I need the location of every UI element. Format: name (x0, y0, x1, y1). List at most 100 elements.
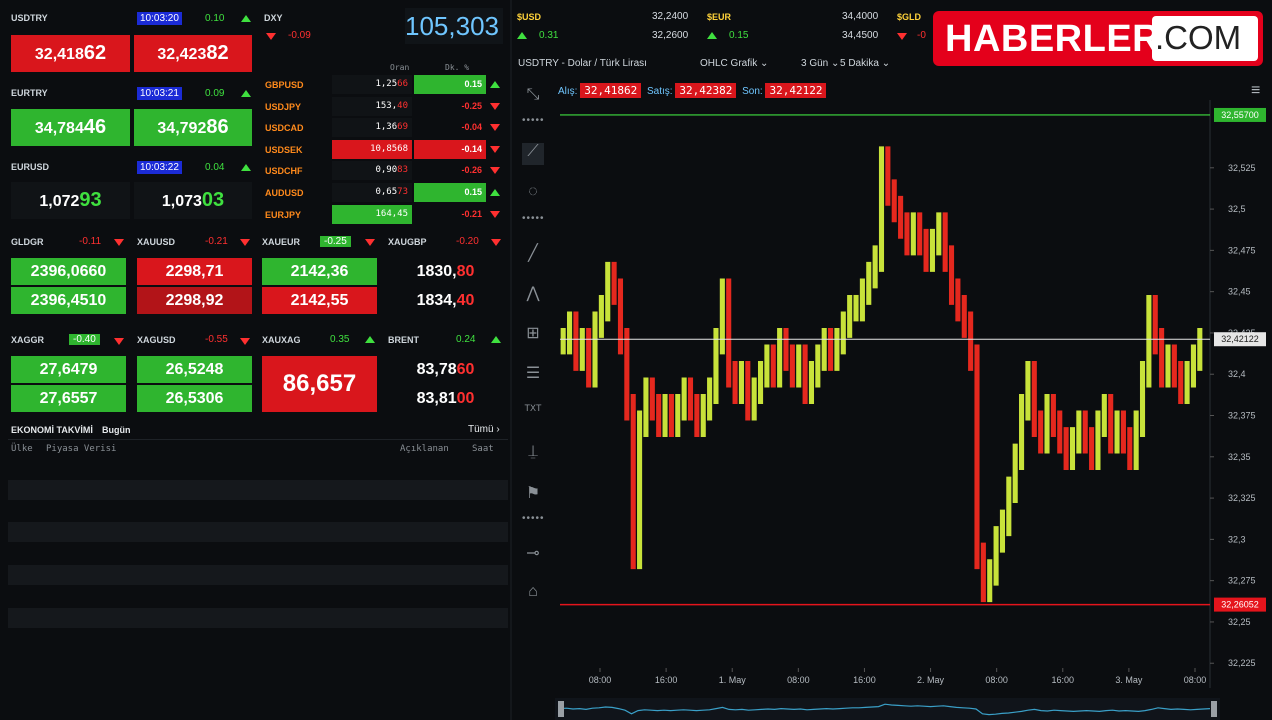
commodity-symbol[interactable]: XAGGR (11, 335, 44, 345)
metal-bid[interactable]: 2396,0660 (11, 258, 126, 285)
fx-table-row[interactable]: USDCAD 1,3669 -0.04 (262, 118, 508, 138)
ask-quote[interactable]: 32,42382 (134, 35, 252, 72)
ticker-symbol[interactable]: $USD (517, 12, 541, 22)
ticker-symbol[interactable]: $EUR (707, 12, 731, 22)
levels-icon[interactable]: ☰ (522, 363, 544, 385)
up-arrow-icon (517, 32, 527, 39)
quote-change: 0.10 (205, 13, 225, 24)
brand-suffix: .COM (1155, 19, 1242, 56)
fx-rate: 164,45 (332, 204, 412, 224)
fullscreen-icon[interactable]: ⤡ (522, 86, 544, 108)
chart-type-select[interactable]: OHLC Grafik ⌄ (700, 58, 768, 69)
x-tick-label: 08:00 (1184, 675, 1207, 685)
bid-main: 34,784 (34, 120, 84, 137)
metal-ask[interactable]: 2142,55 (262, 287, 377, 314)
fx-table-row[interactable]: EURJPY 164,45 -0.21 (262, 204, 508, 225)
metal-symbol[interactable]: XAUUSD (137, 237, 175, 247)
chart-instrument[interactable]: USDTRY - Dolar / Türk Lirası (518, 58, 647, 69)
commodity-ask[interactable]: 27,6557 (11, 385, 126, 412)
interval-select[interactable]: 5 Dakika ⌄ (840, 58, 890, 69)
metal-ask-value: 2142,55 (290, 292, 349, 309)
commodity-bid[interactable]: 26,5248 (137, 356, 252, 383)
measure-icon[interactable]: ⍊ (522, 443, 544, 465)
fx-symbol: AUDUSD (265, 188, 304, 198)
fx-rate-tail: 69 (397, 122, 408, 133)
metal-ask[interactable]: 2298,92 (137, 287, 252, 314)
dxy-change: -0.09 (288, 30, 311, 41)
magnet-icon[interactable]: ⊸ (522, 543, 544, 565)
hide-icon[interactable]: ◌ (522, 183, 544, 205)
bid-quote[interactable]: 34,78446 (11, 109, 130, 146)
commodity-ask-value: 26,5306 (165, 390, 224, 407)
commodity-symbol[interactable]: XAUXAG (262, 335, 301, 345)
x-tick-label: 16:00 (853, 675, 876, 685)
fx-rate-main: 1,36 (375, 122, 398, 133)
metal-ask[interactable]: 2396,4510 (11, 287, 126, 314)
price-chart[interactable]: 32,52532,532,47532,4532,42532,432,37532,… (555, 100, 1272, 720)
calendar-row (8, 565, 508, 585)
fx-table-row[interactable]: USDCHF 0,9083 -0.26 (262, 161, 508, 181)
ask-quote[interactable]: 34,79286 (134, 109, 252, 146)
ticker-symbol[interactable]: $GLD (897, 12, 921, 22)
down-arrow-icon (490, 145, 500, 153)
commodity-ask[interactable]: 26,5306 (137, 385, 252, 412)
down-arrow-icon (491, 239, 501, 246)
quote-symbol[interactable]: EURUSD (11, 162, 49, 172)
ticker-ask: 34,4500 (842, 30, 879, 41)
fib-grid-icon[interactable]: ⊞ (522, 323, 544, 345)
metal-change: -0.25 (320, 236, 351, 247)
commodity-ask[interactable]: 83,8100 (388, 385, 503, 412)
flag-icon[interactable]: ⚑ (522, 483, 544, 505)
fx-rate: 1,3669 (332, 118, 412, 138)
ticker-ask: 32,2600 (652, 30, 689, 41)
metal-bid[interactable]: 2142,36 (262, 258, 377, 285)
metal-symbol[interactable]: XAUGBP (388, 237, 427, 247)
y-tick-label: 32,375 (1228, 411, 1256, 421)
menu-icon[interactable]: ≡ (1251, 82, 1260, 100)
calendar-col-data: Piyasa Verisi (46, 444, 117, 454)
metal-bid[interactable]: 2298,71 (137, 258, 252, 285)
fx-symbol: USDSEK (265, 144, 303, 155)
trend-tool-icon[interactable]: ⟋ (522, 143, 544, 165)
ticker-change: 0.31 (539, 30, 559, 41)
quote-symbol[interactable]: USDTRY (11, 13, 48, 23)
commodity-bid[interactable]: 27,6479 (11, 356, 126, 383)
fx-rate-main: 0,65 (375, 187, 398, 197)
folder-icon[interactable]: ⌂ (522, 583, 544, 605)
metal-symbol[interactable]: GLDGR (11, 237, 44, 247)
quote-symbol[interactable]: EURTRY (11, 88, 48, 98)
bid-quote[interactable]: 1,07293 (11, 182, 130, 219)
text-tool-icon[interactable]: TXT (522, 403, 544, 425)
commodity-symbol[interactable]: XAGUSD (137, 335, 176, 345)
commodity-change: 0.24 (456, 334, 476, 345)
commodity-bid[interactable]: 83,7860 (388, 356, 503, 383)
bid-quote[interactable]: 32,41862 (11, 35, 130, 72)
brand-logo[interactable]: HABERLER .COM (933, 11, 1263, 66)
calendar-subtitle: Bugün (102, 425, 131, 435)
fx-rate-tail: 73 (397, 187, 408, 197)
dxy-symbol[interactable]: DXY (264, 13, 283, 23)
x-tick-label: 3. May (1115, 675, 1143, 685)
up-arrow-icon (707, 32, 717, 39)
metal-bid[interactable]: 1830,80 (388, 258, 503, 285)
x-tick-label: 16:00 (1052, 675, 1075, 685)
metal-symbol[interactable]: XAUEUR (262, 237, 300, 247)
down-arrow-icon (114, 239, 124, 246)
ask-quote[interactable]: 1,07303 (134, 182, 252, 219)
calendar-all-link[interactable]: Tümü › (468, 424, 500, 435)
separator-dots-icon: ••••• (522, 115, 545, 126)
chevron-down-icon: ⌄ (881, 58, 891, 69)
bid-pip: 93 (79, 189, 102, 211)
commodity-symbol[interactable]: BRENT (388, 335, 419, 345)
fx-table-row[interactable]: USDSEK 10,8568 -0.14 (262, 139, 508, 160)
commodity-value[interactable]: 86,657 (262, 356, 377, 412)
metal-ask[interactable]: 1834,40 (388, 287, 503, 314)
fx-table-row[interactable]: AUDUSD 0,6573 0.15 (262, 183, 508, 203)
fx-table-row[interactable]: GBPUSD 1,2566 0.15 (262, 75, 508, 95)
line-tool-icon[interactable]: ╱ (522, 243, 544, 265)
pitchfork-icon[interactable]: ⋀ (522, 283, 544, 305)
fx-table-row[interactable]: USDJPY 153,40 -0.25 (262, 96, 508, 117)
commodity-bid-value: 27,6479 (39, 361, 98, 378)
range-select[interactable]: 3 Gün ⌄ (801, 58, 839, 69)
fx-symbol: USDCHF (265, 166, 303, 177)
